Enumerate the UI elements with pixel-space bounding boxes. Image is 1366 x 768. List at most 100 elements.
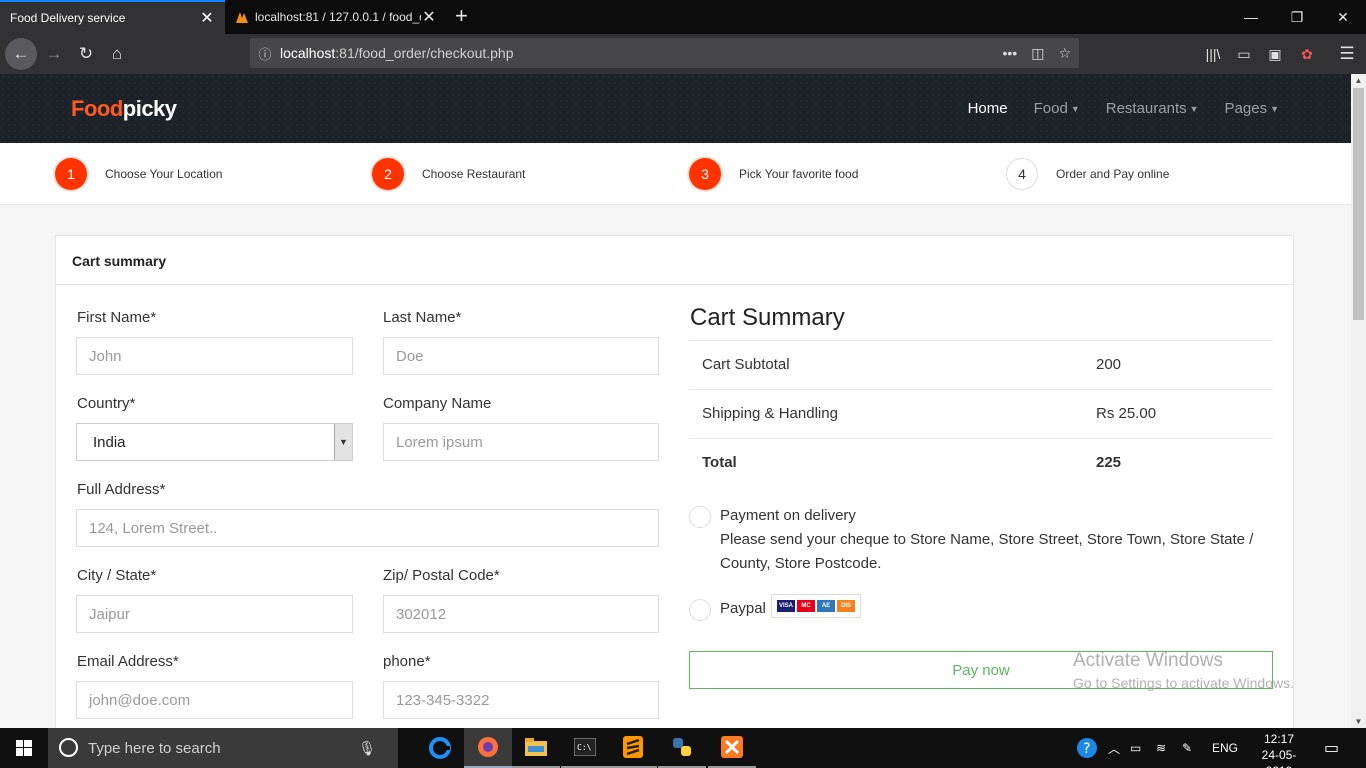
pocket-icon[interactable]: ◫ xyxy=(1031,45,1044,62)
back-icon[interactable]: ← xyxy=(5,38,37,70)
company-input[interactable]: Lorem ipsum xyxy=(383,423,659,461)
main-nav: Home Food ▼ Restaurants ▼ Pages ▼ xyxy=(968,100,1279,117)
activate-windows-watermark: Activate Windows Go to Settings to activ… xyxy=(1073,650,1294,691)
edge-icon[interactable] xyxy=(416,728,464,768)
battery-icon[interactable]: ▭ xyxy=(1130,728,1141,768)
command-prompt-icon[interactable]: C:\ xyxy=(561,728,609,768)
home-icon[interactable]: ⌂ xyxy=(102,39,132,69)
payment-on-delivery-radio[interactable] xyxy=(689,506,711,528)
step-number: 3 xyxy=(689,158,721,190)
email-input[interactable]: john@doe.com xyxy=(76,681,353,719)
zip-label: Zip/ Postal Code* xyxy=(383,567,500,584)
close-tab-icon[interactable]: ✕ xyxy=(199,8,215,28)
watermark-line1: Activate Windows xyxy=(1073,650,1223,671)
maximize-icon[interactable]: ❐ xyxy=(1274,0,1320,34)
svg-text:?: ? xyxy=(1083,741,1090,757)
nav-pages-label: Pages xyxy=(1224,100,1268,117)
step-location: 1 Choose Your Location xyxy=(55,158,222,190)
step-label: Choose Restaurant xyxy=(422,167,526,181)
bookmark-star-icon[interactable]: ☆ xyxy=(1058,45,1071,62)
email-label: Email Address* xyxy=(77,653,179,670)
scrollbar-thumb[interactable] xyxy=(1353,88,1364,320)
country-select[interactable]: India ▼ xyxy=(76,423,353,461)
notifications-icon[interactable]: ▭ xyxy=(1324,728,1339,768)
nav-home[interactable]: Home xyxy=(968,100,1008,117)
cheque-note-line2: County, Store Postcode. xyxy=(720,555,882,572)
nav-restaurants[interactable]: Restaurants ▼ xyxy=(1106,100,1199,117)
summary-value: Rs 25.00 xyxy=(1096,405,1157,422)
caret-down-icon: ▼ xyxy=(1070,104,1080,115)
step-number: 4 xyxy=(1006,158,1038,190)
nav-food-label: Food xyxy=(1033,100,1068,117)
page-scrollbar[interactable]: ▲ ▼ xyxy=(1351,74,1366,728)
sidebar-icon[interactable]: ▭ xyxy=(1229,39,1259,69)
step-number: 1 xyxy=(55,158,87,190)
paypal-label: Paypal xyxy=(720,600,766,617)
site-logo[interactable]: Foodpicky xyxy=(71,96,177,122)
reload-icon[interactable]: ↻ xyxy=(71,39,101,69)
color-extension-icon[interactable]: ✿ xyxy=(1292,39,1322,69)
first-name-input[interactable]: John xyxy=(76,337,353,375)
logo-part1: Food xyxy=(71,96,123,121)
language-indicator[interactable]: ENG xyxy=(1212,728,1238,768)
windows-taskbar: Type here to search 🎙 C:\ ? ︿ ▭ ≋ ✎ ENG … xyxy=(0,728,1366,768)
phone-label: phone* xyxy=(383,653,431,670)
step-label: Order and Pay online xyxy=(1056,167,1170,181)
summary-value: 225 xyxy=(1096,454,1122,471)
menu-icon[interactable]: ☰ xyxy=(1332,39,1362,69)
address-bar[interactable]: ⓘ localhost:81/food_order/checkout.php •… xyxy=(250,38,1079,68)
tab-food-delivery[interactable]: Food Delivery service ✕ xyxy=(0,0,225,34)
taskbar-search[interactable]: Type here to search 🎙 xyxy=(48,728,398,768)
taskbar-clock[interactable]: 12:17 24-05-2019 xyxy=(1252,731,1306,768)
site-header: Foodpicky Home Food ▼ Restaurants ▼ Pages ▼ xyxy=(0,74,1351,143)
show-hidden-icons-icon[interactable]: ︿ xyxy=(1108,728,1120,768)
tab-phpmyadmin[interactable]: localhost:81 / 127.0.0.1 / food_o ✕ xyxy=(225,0,447,34)
help-icon[interactable]: ? xyxy=(1076,728,1098,768)
scroll-down-icon[interactable]: ▼ xyxy=(1351,717,1366,726)
step-pay: 4 Order and Pay online xyxy=(1006,158,1169,190)
step-number: 2 xyxy=(372,158,404,190)
sublime-text-icon[interactable] xyxy=(609,728,657,768)
xampp-icon[interactable] xyxy=(708,728,756,768)
tab-title: localhost:81 / 127.0.0.1 / food_o xyxy=(255,10,421,24)
phpmyadmin-icon xyxy=(235,10,249,24)
first-name-label: First Name* xyxy=(77,309,157,326)
pen-icon[interactable]: ✎ xyxy=(1182,728,1192,768)
firefox-icon[interactable] xyxy=(464,728,512,768)
web-page: Foodpicky Home Food ▼ Restaurants ▼ Pages ▼… xyxy=(0,74,1351,728)
clock-date: 24-05-2019 xyxy=(1261,748,1297,768)
paypal-radio[interactable] xyxy=(689,599,711,621)
forward-icon[interactable]: → xyxy=(39,39,69,69)
logo-part2: picky xyxy=(122,96,177,121)
company-label: Company Name xyxy=(383,395,492,412)
zip-input[interactable]: 302012 xyxy=(383,595,659,633)
wifi-icon[interactable]: ≋ xyxy=(1156,728,1166,768)
address-input[interactable]: 124, Lorem Street.. xyxy=(76,509,659,547)
order-steps: 1 Choose Your Location 2 Choose Restaura… xyxy=(0,143,1351,205)
nav-pages[interactable]: Pages ▼ xyxy=(1225,100,1279,117)
close-window-icon[interactable]: ✕ xyxy=(1320,0,1366,34)
site-info-icon[interactable]: ⓘ xyxy=(250,44,280,63)
minimize-icon[interactable]: — xyxy=(1228,0,1274,34)
new-tab-icon[interactable]: + xyxy=(455,5,468,27)
last-name-label: Last Name* xyxy=(383,309,462,326)
phone-input[interactable]: 123-345-3322 xyxy=(383,681,659,719)
last-name-input[interactable]: Doe xyxy=(383,337,659,375)
city-label: City / State* xyxy=(77,567,157,584)
summary-row-total: Total 225 xyxy=(689,438,1273,487)
close-tab-icon[interactable]: ✕ xyxy=(421,7,437,27)
nav-food[interactable]: Food ▼ xyxy=(1034,100,1080,117)
summary-key: Cart Subtotal xyxy=(702,356,790,373)
extension-icon[interactable]: ▣ xyxy=(1260,39,1290,69)
library-icon[interactable]: |||\ xyxy=(1198,39,1228,69)
page-actions-icon[interactable]: ••• xyxy=(1002,45,1017,62)
url-path: :81/food_order/checkout.php xyxy=(335,45,514,61)
file-explorer-icon[interactable] xyxy=(512,728,560,768)
city-input[interactable]: Jaipur xyxy=(76,595,353,633)
scroll-up-icon[interactable]: ▲ xyxy=(1351,76,1366,85)
microphone-icon[interactable]: 🎙 xyxy=(358,740,376,757)
python-icon[interactable] xyxy=(658,728,706,768)
step-restaurant: 2 Choose Restaurant xyxy=(372,158,525,190)
browser-toolbar: ← → ↻ ⌂ ⓘ localhost:81/food_order/checko… xyxy=(0,34,1366,74)
windows-start-icon[interactable] xyxy=(0,728,48,768)
